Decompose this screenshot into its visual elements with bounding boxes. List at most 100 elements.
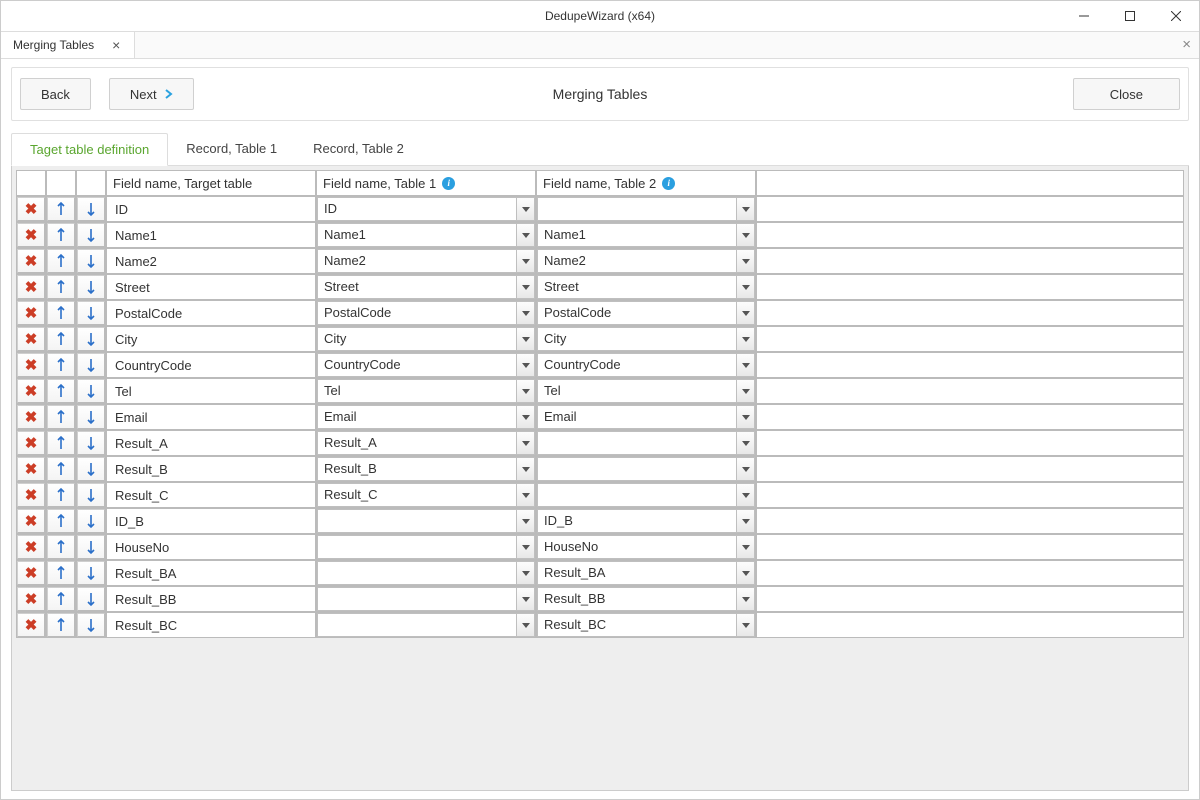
target-field-cell[interactable]: Name2 [107, 250, 315, 273]
dropdown-button[interactable] [516, 250, 534, 272]
dropdown-button[interactable] [736, 562, 754, 584]
next-button[interactable]: Next [109, 78, 194, 110]
dropdown-button[interactable] [736, 432, 754, 454]
move-down-button[interactable] [77, 249, 105, 273]
target-field-cell[interactable]: Result_BA [107, 562, 315, 585]
table1-field-select[interactable]: Name1 [317, 223, 535, 247]
table2-field-select[interactable] [537, 197, 755, 221]
move-down-button[interactable] [77, 587, 105, 611]
move-down-button[interactable] [77, 457, 105, 481]
delete-row-button[interactable]: ✖ [17, 223, 45, 247]
move-down-button[interactable] [77, 353, 105, 377]
table1-field-select[interactable] [317, 561, 535, 585]
dropdown-button[interactable] [736, 328, 754, 350]
delete-row-button[interactable]: ✖ [17, 561, 45, 585]
move-up-button[interactable] [47, 535, 75, 559]
move-down-button[interactable] [77, 405, 105, 429]
move-down-button[interactable] [77, 431, 105, 455]
target-field-cell[interactable]: Email [107, 406, 315, 429]
dropdown-button[interactable] [736, 354, 754, 376]
dropdown-button[interactable] [736, 224, 754, 246]
target-field-cell[interactable]: Result_A [107, 432, 315, 455]
target-field-cell[interactable]: Name1 [107, 224, 315, 247]
dropdown-button[interactable] [736, 406, 754, 428]
table2-field-select[interactable]: Result_BA [537, 561, 755, 585]
move-down-button[interactable] [77, 561, 105, 585]
target-field-cell[interactable]: HouseNo [107, 536, 315, 559]
table2-field-select[interactable] [537, 483, 755, 507]
delete-row-button[interactable]: ✖ [17, 197, 45, 221]
info-icon[interactable]: i [442, 177, 455, 190]
dropdown-button[interactable] [736, 484, 754, 506]
table1-field-select[interactable] [317, 587, 535, 611]
table2-field-select[interactable]: Name2 [537, 249, 755, 273]
table2-field-select[interactable] [537, 457, 755, 481]
back-button[interactable]: Back [20, 78, 91, 110]
doc-tab-merging-tables[interactable]: Merging Tables × [1, 32, 135, 58]
dropdown-button[interactable] [516, 562, 534, 584]
table2-field-select[interactable]: Result_BB [537, 587, 755, 611]
table2-field-select[interactable]: Email [537, 405, 755, 429]
move-up-button[interactable] [47, 405, 75, 429]
move-down-button[interactable] [77, 613, 105, 637]
table1-field-select[interactable]: CountryCode [317, 353, 535, 377]
close-button[interactable]: Close [1073, 78, 1180, 110]
move-up-button[interactable] [47, 561, 75, 585]
delete-row-button[interactable]: ✖ [17, 535, 45, 559]
move-down-button[interactable] [77, 197, 105, 221]
dropdown-button[interactable] [516, 302, 534, 324]
move-down-button[interactable] [77, 509, 105, 533]
info-icon[interactable]: i [662, 177, 675, 190]
move-up-button[interactable] [47, 223, 75, 247]
table1-field-select[interactable] [317, 613, 535, 637]
move-down-button[interactable] [77, 275, 105, 299]
dropdown-button[interactable] [516, 614, 534, 636]
target-field-cell[interactable]: Tel [107, 380, 315, 403]
dropdown-button[interactable] [516, 276, 534, 298]
target-field-cell[interactable]: Result_BB [107, 588, 315, 611]
move-up-button[interactable] [47, 457, 75, 481]
table1-field-select[interactable]: PostalCode [317, 301, 535, 325]
col-table1[interactable]: Field name, Table 1i [316, 170, 536, 196]
dropdown-button[interactable] [516, 354, 534, 376]
move-up-button[interactable] [47, 275, 75, 299]
move-down-button[interactable] [77, 535, 105, 559]
delete-row-button[interactable]: ✖ [17, 613, 45, 637]
table1-field-select[interactable]: Result_B [317, 457, 535, 481]
dropdown-button[interactable] [516, 380, 534, 402]
target-field-cell[interactable]: ID_B [107, 510, 315, 533]
table2-field-select[interactable]: Tel [537, 379, 755, 403]
dropdown-button[interactable] [736, 250, 754, 272]
table1-field-select[interactable]: Result_A [317, 431, 535, 455]
delete-row-button[interactable]: ✖ [17, 301, 45, 325]
dropdown-button[interactable] [516, 510, 534, 532]
target-field-cell[interactable]: Result_B [107, 458, 315, 481]
dropdown-button[interactable] [516, 458, 534, 480]
move-up-button[interactable] [47, 587, 75, 611]
move-up-button[interactable] [47, 431, 75, 455]
tab-target-definition[interactable]: Taget table definition [11, 133, 168, 166]
dropdown-button[interactable] [516, 536, 534, 558]
table1-field-select[interactable]: Email [317, 405, 535, 429]
table2-field-select[interactable] [537, 431, 755, 455]
table1-field-select[interactable]: Result_C [317, 483, 535, 507]
table1-field-select[interactable]: City [317, 327, 535, 351]
table1-field-select[interactable]: Street [317, 275, 535, 299]
dropdown-button[interactable] [516, 328, 534, 350]
target-field-cell[interactable]: Result_BC [107, 614, 315, 637]
table2-field-select[interactable]: Result_BC [537, 613, 755, 637]
delete-row-button[interactable]: ✖ [17, 483, 45, 507]
table1-field-select[interactable] [317, 509, 535, 533]
move-up-button[interactable] [47, 379, 75, 403]
dropdown-button[interactable] [736, 614, 754, 636]
table2-field-select[interactable]: ID_B [537, 509, 755, 533]
target-field-cell[interactable]: Result_C [107, 484, 315, 507]
delete-row-button[interactable]: ✖ [17, 509, 45, 533]
dropdown-button[interactable] [736, 458, 754, 480]
dropdown-button[interactable] [736, 510, 754, 532]
table2-field-select[interactable]: HouseNo [537, 535, 755, 559]
delete-row-button[interactable]: ✖ [17, 587, 45, 611]
close-tab-icon[interactable]: × [112, 37, 122, 53]
dropdown-button[interactable] [516, 484, 534, 506]
dropdown-button[interactable] [736, 302, 754, 324]
